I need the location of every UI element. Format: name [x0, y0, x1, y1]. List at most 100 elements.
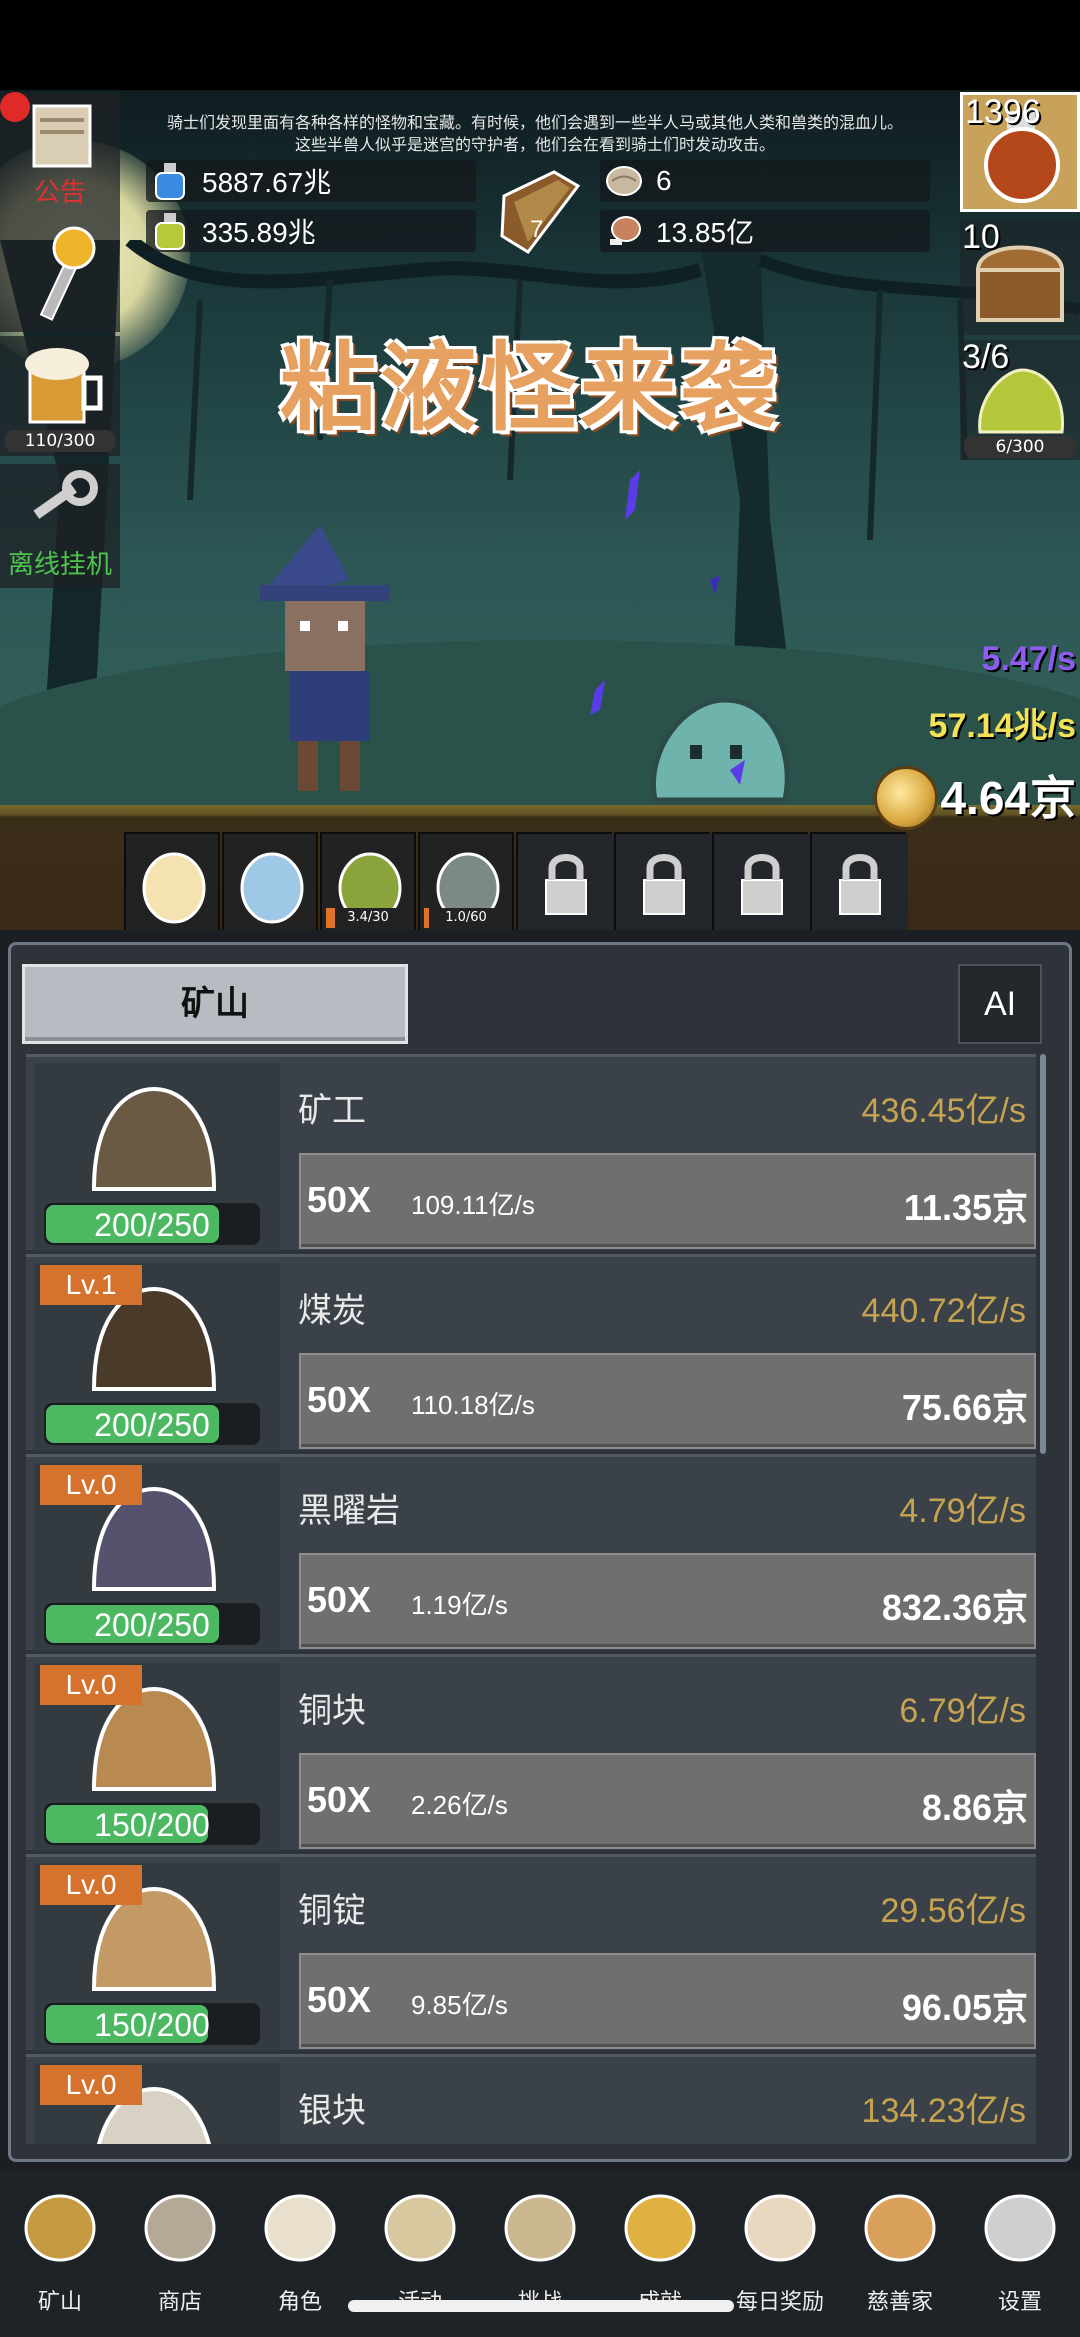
item-buy-button[interactable]: 50X 110.18亿/s 75.66京 [299, 1353, 1036, 1449]
item-buy-button[interactable]: 50X 2.26亿/s 8.86京 [299, 1753, 1036, 1849]
nav-daily[interactable]: 每日奖励 [720, 2178, 840, 2328]
gear-icon [974, 2178, 1066, 2270]
character-slot-slime[interactable]: 3.4/30 [320, 832, 416, 930]
gold-coin-icon [874, 766, 938, 830]
home-indicator[interactable] [348, 2300, 734, 2312]
offline-idle-label: 离线挂机 [7, 550, 112, 580]
nav-label: 每日奖励 [735, 2290, 824, 2315]
buy-cost: 96.05京 [901, 1987, 1028, 2028]
item-rate: 436.45亿/s [861, 1092, 1026, 1130]
lock-icon [812, 834, 908, 930]
purple-rate: 5.47/s [981, 640, 1076, 678]
buy-rate-gain: 109.11亿/s [411, 1190, 535, 1220]
item-level-badge: Lv.1 [40, 1265, 142, 1305]
offline-idle-button[interactable]: 离线挂机 [0, 464, 120, 588]
slime-count: 3/6 [962, 338, 1010, 376]
tab-mine[interactable]: 矿山 [22, 964, 408, 1044]
item-count-bar: 200/250 [44, 1603, 260, 1645]
notification-dot [0, 92, 30, 122]
nav-donor[interactable]: 慈善家 [840, 2178, 960, 2328]
resource-meat-value: 13.85亿 [656, 217, 755, 248]
item-name: 铜块 [298, 1691, 366, 1731]
list-scrollbar[interactable] [1040, 1054, 1046, 1454]
character-slot-progress-fill [326, 908, 336, 928]
item-rate: 134.23亿/s [861, 2092, 1026, 2130]
mine-item-list[interactable]: 200/250 矿工 436.45亿/s 50X 109.11亿/s 11.35京 Lv.1… [26, 1054, 1036, 2144]
mine-item-copper-ingot: Lv.0 150/200 铜锭 29.56亿/s 50X 9.85亿/s 96.05京 [26, 1854, 1036, 2051]
item-level-badge: Lv.0 [40, 1665, 142, 1705]
nav-label: 矿山 [37, 2290, 82, 2315]
item-rate: 440.72亿/s [861, 1292, 1026, 1330]
item-level-badge: Lv.0 [40, 1465, 142, 1505]
character-slot-locked-1[interactable] [516, 832, 614, 930]
buy-rate-gain: 1.19亿/s [411, 1590, 508, 1620]
buy-multiplier: 50X [307, 1179, 372, 1220]
lock-icon [518, 834, 614, 930]
mine-item-copper-ore: Lv.0 150/200 铜块 6.79亿/s 50X 2.26亿/s 8.86京 [26, 1654, 1036, 1851]
ai-button[interactable]: AI [958, 964, 1042, 1044]
character-slot-candle[interactable] [124, 832, 220, 930]
beer-button[interactable]: 110/300 [0, 336, 120, 456]
blue-potion-icon [155, 163, 185, 200]
yellow-rate: 57.14兆/s [928, 707, 1076, 745]
resource-shell: 6 [600, 160, 930, 202]
nav-label: 慈善家 [866, 2290, 933, 2315]
magic-shards [590, 470, 745, 785]
witch-character [260, 525, 390, 791]
beer-mug-icon [25, 348, 103, 424]
buy-multiplier: 50X [307, 1379, 372, 1420]
scroll-icon [374, 2178, 466, 2270]
nav-shop[interactable]: 商店 [120, 2178, 240, 2328]
egg-icon [240, 852, 304, 924]
resource-book-value: 7 [530, 216, 544, 243]
resource-book[interactable]: 7 [494, 166, 590, 256]
nav-mine[interactable]: 矿山 [0, 2178, 120, 2328]
shell-icon [606, 166, 642, 196]
character-slot-locked-2[interactable] [614, 832, 712, 930]
item-count-label: 150/200 [94, 1807, 210, 1843]
mine-item-silver-ore: Lv.0 银块 134.23亿/s [26, 2054, 1036, 2144]
item-buy-button[interactable]: 50X 109.11亿/s 11.35京 [299, 1153, 1036, 1249]
item-count-label: 200/250 [94, 1407, 210, 1443]
potion-shop-button[interactable]: 1396 [960, 92, 1080, 212]
character-slot-progress: 1.0/60 [424, 908, 508, 928]
nav-character[interactable]: 角色 [240, 2178, 360, 2328]
lock-icon [714, 834, 810, 930]
item-count-label: 150/200 [94, 2007, 210, 2043]
item-count-bar: 150/200 [44, 2003, 260, 2045]
item-buy-button[interactable]: 50X 1.19亿/s 832.36京 [299, 1553, 1036, 1649]
character-slot-progress: 3.4/30 [326, 908, 410, 928]
item-name: 银块 [298, 2091, 366, 2131]
green-potion-icon [155, 213, 185, 250]
character-slot-locked-3[interactable] [712, 832, 810, 930]
bread-icon [854, 2178, 946, 2270]
item-count-bar: 200/250 [44, 1403, 260, 1445]
announcement-line-1: 骑士们发现里面有各种各样的怪物和宝藏。有时候，他们会遇到一些半人马或其他人类和兽… [166, 113, 903, 132]
item-buy-button[interactable]: 50X 9.85亿/s 96.05京 [299, 1953, 1036, 2049]
buy-multiplier: 50X [307, 1979, 372, 2020]
character-slot-locked-4[interactable] [810, 832, 908, 930]
item-count-label: 200/250 [94, 1607, 210, 1643]
game-scene[interactable]: 骑士们发现里面有各种各样的怪物和宝藏。有时候，他们会遇到一些半人马或其他人类和兽… [0, 0, 1080, 930]
nav-label: 设置 [997, 2290, 1042, 2315]
slime-quest-button[interactable]: 3/6 6/300 [960, 338, 1080, 460]
buy-cost: 75.66京 [901, 1387, 1028, 1428]
resource-meat: 13.85亿 [600, 210, 930, 252]
lock-icon [616, 834, 712, 930]
scroll-notice-icon [32, 104, 92, 168]
nav-settings[interactable]: 设置 [960, 2178, 1080, 2328]
gold-total: 4.64京 [940, 772, 1076, 824]
chest-button[interactable]: 10 [960, 218, 1080, 335]
slime-progress: 6/300 [964, 436, 1076, 458]
notice-label: 公告 [33, 178, 86, 208]
character-slot-egg[interactable] [222, 832, 318, 930]
torch-button[interactable] [0, 212, 120, 332]
character-slot-zombie[interactable]: 1.0/60 [418, 832, 514, 930]
resource-green-potion: 335.89兆 [146, 210, 476, 252]
mine-item-obsidian: Lv.0 200/250 黑曜岩 4.79亿/s 50X 1.19亿/s 832.36京 [26, 1454, 1036, 1651]
miner-icon [91, 1086, 217, 1191]
stone-tablet-icon [134, 2178, 226, 2270]
item-level-badge: Lv.0 [40, 2065, 142, 2105]
character-slot-progress-label: 3.4/30 [347, 910, 389, 925]
mine-item-miner: 200/250 矿工 436.45亿/s 50X 109.11亿/s 11.35京 [26, 1054, 1036, 1251]
